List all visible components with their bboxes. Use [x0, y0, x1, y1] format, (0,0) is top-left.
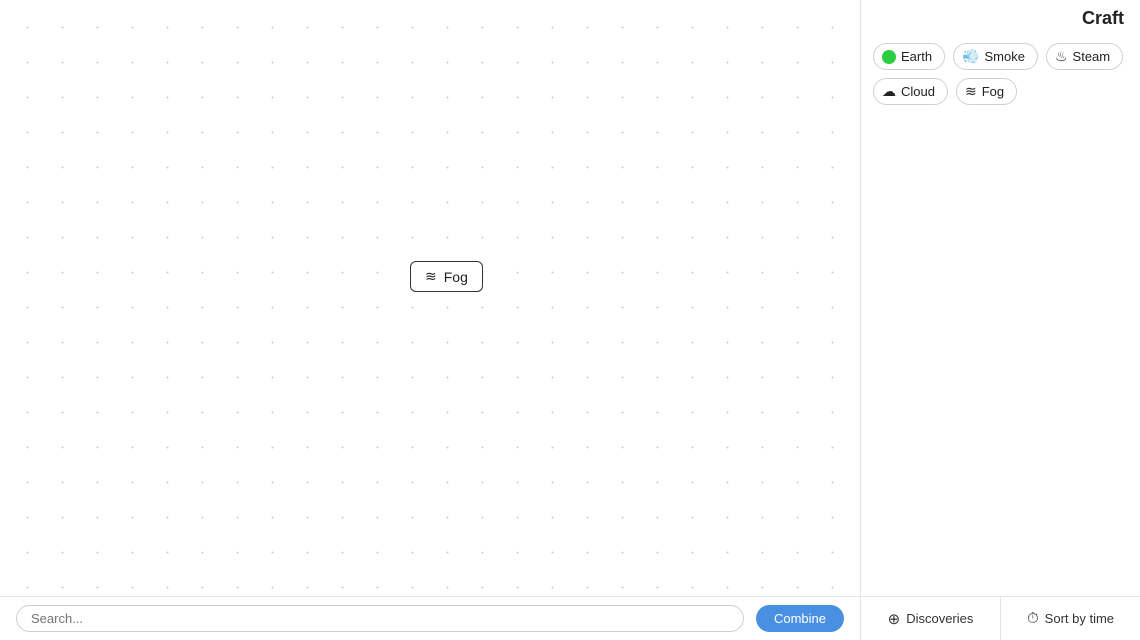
fog-node[interactable]: ≋ Fog — [410, 261, 483, 292]
bottom-bar: ⊕ Discoveries ⏱ Sort by time — [861, 596, 1140, 640]
earth-icon — [882, 50, 896, 64]
chip-label-steam: Steam — [1073, 49, 1111, 64]
smoke-icon: 💨 — [962, 48, 979, 65]
chip-smoke[interactable]: 💨 Smoke — [953, 43, 1038, 70]
connection-lines — [0, 0, 300, 150]
fog-icon: ≋ — [965, 83, 977, 100]
discoveries-icon: ⊕ — [888, 610, 901, 628]
chip-earth[interactable]: Earth — [873, 43, 945, 70]
chip-label-smoke: Smoke — [985, 49, 1025, 64]
results-area: Earth 💨 Smoke ♨ Steam ☁ Cloud ≋ Fog — [861, 35, 1140, 596]
chip-label-fog: Fog — [982, 84, 1004, 99]
craft-title: Craft — [1082, 8, 1124, 29]
fog-node-label: Fog — [444, 269, 468, 285]
discoveries-button[interactable]: ⊕ Discoveries — [861, 597, 1001, 640]
canvas-search-input[interactable] — [16, 605, 744, 632]
canvas-area[interactable]: ≋ Fog Combine — [0, 0, 860, 640]
craft-header: Craft — [861, 0, 1140, 35]
discoveries-label: Discoveries — [906, 611, 973, 626]
chip-fog[interactable]: ≋ Fog — [956, 78, 1017, 105]
sort-by-time-button[interactable]: ⏱ Sort by time — [1001, 597, 1140, 640]
sort-label: Sort by time — [1045, 611, 1114, 626]
canvas-bottom-bar: Combine — [0, 596, 860, 640]
combine-button[interactable]: Combine — [756, 605, 844, 632]
fog-node-icon: ≋ — [425, 268, 437, 285]
chip-label-earth: Earth — [901, 49, 932, 64]
sort-icon: ⏱ — [1027, 610, 1039, 627]
chip-cloud[interactable]: ☁ Cloud — [873, 78, 948, 105]
chip-label-cloud: Cloud — [901, 84, 935, 99]
right-panel: Craft Earth 💨 Smoke ♨ Steam ☁ Cloud ≋ Fog ⊕ Disc… — [860, 0, 1140, 640]
steam-icon: ♨ — [1055, 48, 1068, 65]
cloud-icon: ☁ — [882, 83, 896, 100]
chip-steam[interactable]: ♨ Steam — [1046, 43, 1123, 70]
